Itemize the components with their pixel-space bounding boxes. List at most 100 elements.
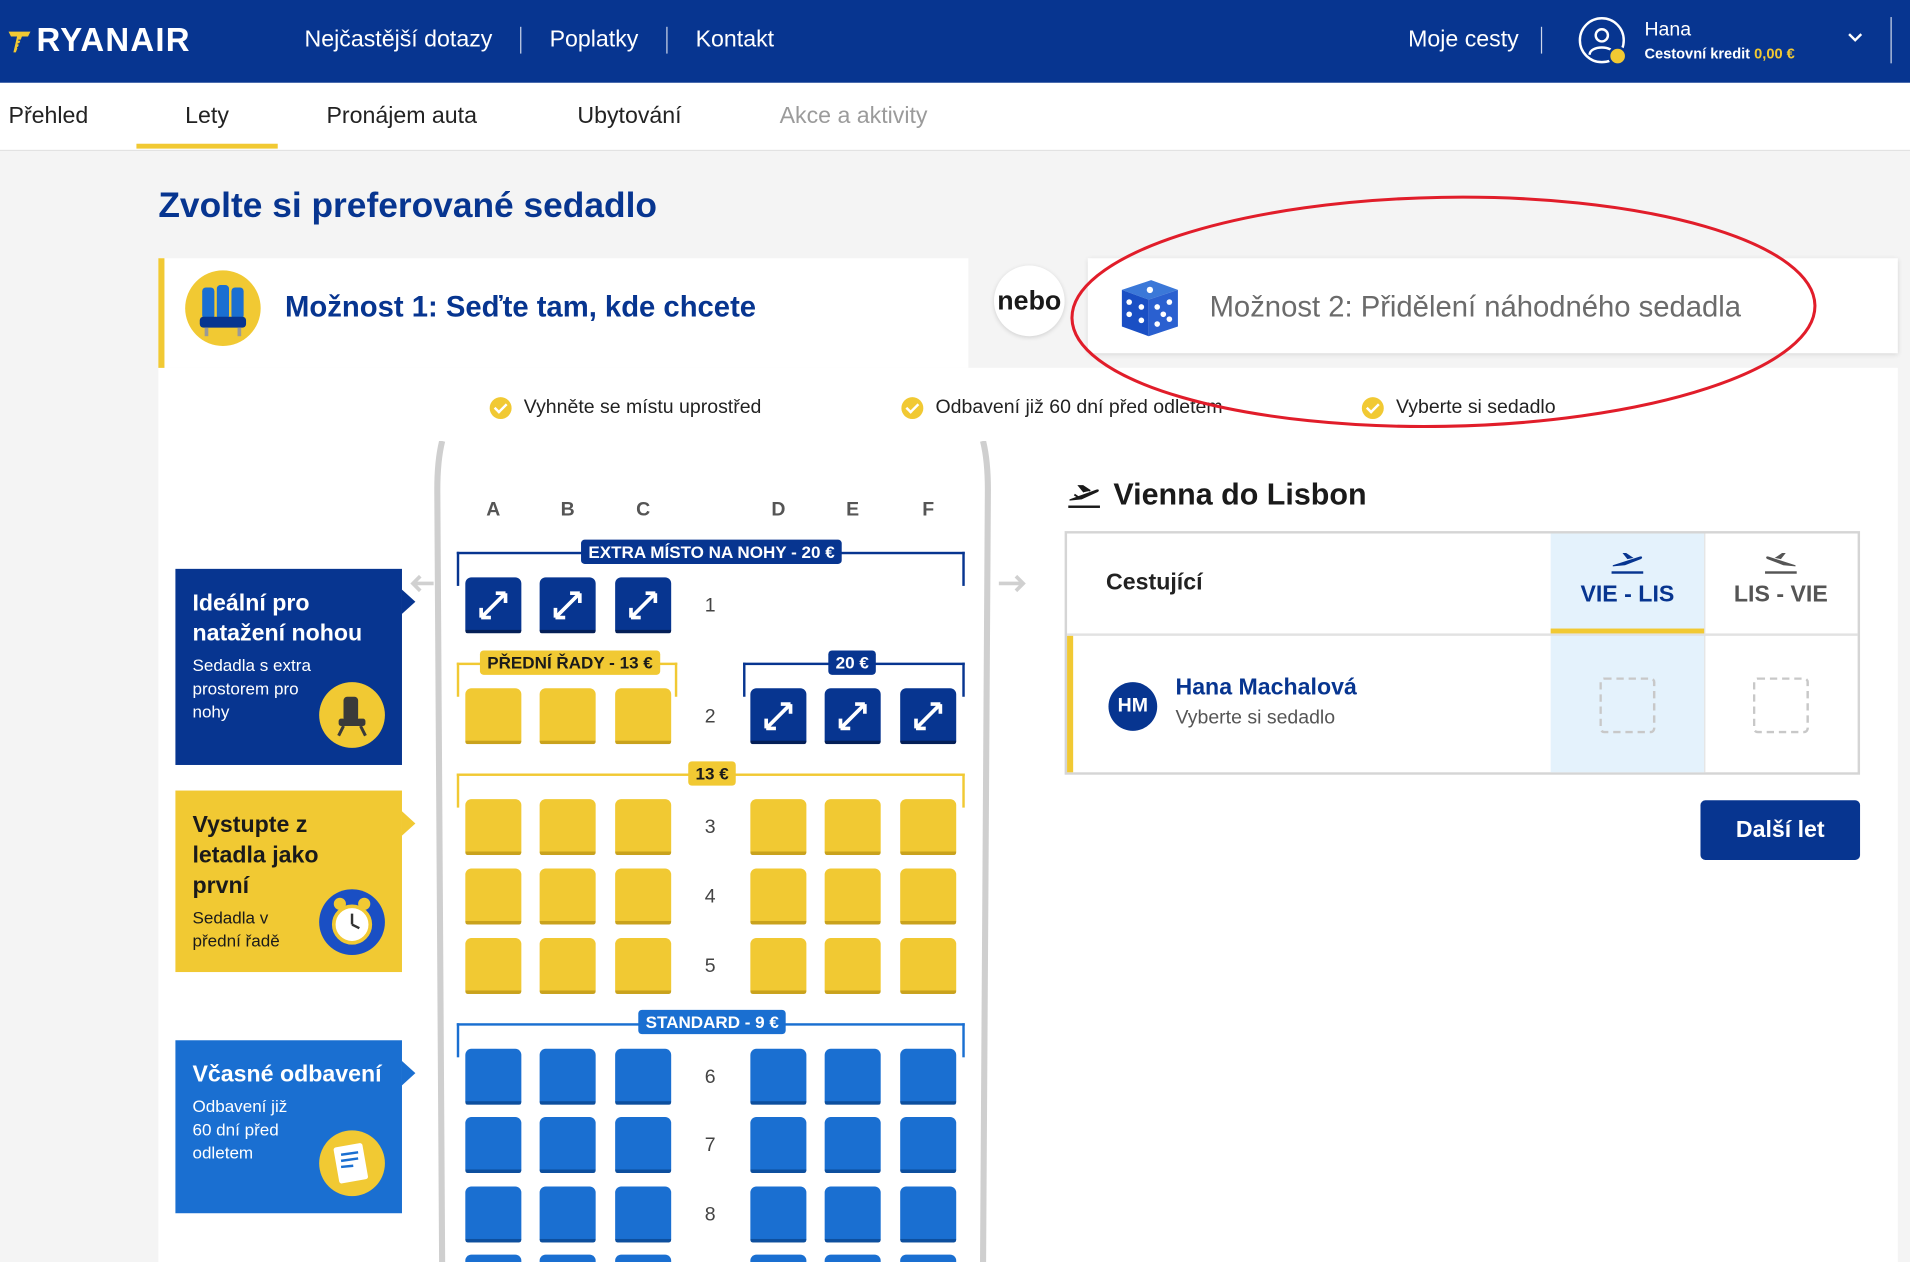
row-number: 2 [704, 706, 716, 728]
seat-3a[interactable] [465, 799, 522, 856]
seat-8e[interactable] [824, 1186, 881, 1243]
seat-4c[interactable] [615, 868, 672, 925]
plane-takeoff-icon [1611, 553, 1644, 574]
armchair-icon [319, 682, 385, 748]
seat-6f[interactable] [900, 1048, 957, 1105]
tab-overview[interactable]: Přehled [9, 104, 89, 131]
nav-contact[interactable]: Kontakt [668, 27, 803, 54]
seat-5c[interactable] [615, 937, 672, 994]
user-info: Hana Cestovní kredit 0,00 € [1644, 19, 1794, 62]
seat-9f[interactable] [900, 1254, 957, 1262]
check-icon [901, 397, 924, 420]
seat-4d[interactable] [750, 868, 807, 925]
seat-4a[interactable] [465, 868, 522, 925]
seat-2c[interactable] [615, 688, 672, 745]
seat-5b[interactable] [539, 937, 596, 994]
tab-accommodation[interactable]: Ubytování [577, 104, 681, 131]
seat-1c[interactable] [615, 577, 672, 634]
nav-faq[interactable]: Nejčastější dotazy [305, 26, 522, 54]
travel-credit: Cestovní kredit 0,00 € [1644, 44, 1794, 61]
seat-7b[interactable] [539, 1117, 596, 1174]
chevron-down-icon[interactable] [1847, 32, 1864, 44]
nav-fees[interactable]: Poplatky [522, 26, 668, 54]
seat-4e[interactable] [824, 868, 881, 925]
seat-9c[interactable] [615, 1254, 672, 1262]
user-name: Hana [1644, 18, 1692, 40]
option-1-title: Možnost 1: Seďte tam, kde chcete [285, 291, 757, 325]
seat-8a[interactable] [465, 1186, 522, 1243]
seat-6a[interactable] [465, 1048, 522, 1105]
benefit-text: Vyhněte se místu uprostřed [523, 397, 762, 418]
seat-8f[interactable] [900, 1186, 957, 1243]
seat-5f[interactable] [900, 937, 957, 994]
promo-desc: Sedadla v přední řadě [192, 907, 280, 951]
shield-badge-icon [1607, 46, 1628, 66]
seat-9d[interactable] [750, 1254, 807, 1262]
passenger-avatar: HM [1108, 682, 1158, 731]
tab-flights[interactable]: Lety [185, 104, 229, 131]
seat-3d[interactable] [750, 799, 807, 856]
exit-right-icon [998, 574, 1026, 593]
seat-7a[interactable] [465, 1117, 522, 1174]
seat-3c[interactable] [615, 799, 672, 856]
my-trips-link[interactable]: Moje cesty [1408, 26, 1542, 54]
tab-car-hire[interactable]: Pronájem auta [326, 104, 477, 131]
seat-9a[interactable] [465, 1254, 522, 1262]
column-letter: D [771, 499, 786, 521]
seat-4b[interactable] [539, 868, 596, 925]
credit-label: Cestovní kredit [1644, 44, 1751, 62]
expand-arrows-icon [914, 702, 943, 731]
seat-4f[interactable] [900, 868, 957, 925]
logo-text: RYANAIR [36, 21, 191, 59]
seat-5e[interactable] [824, 937, 881, 994]
seat-slot-return[interactable] [1752, 677, 1809, 734]
seat-3b[interactable] [539, 799, 596, 856]
zone-label-middle: 13 € [688, 761, 737, 786]
user-menu[interactable]: Hana Cestovní kredit 0,00 € [1578, 17, 1795, 66]
row-number: 4 [704, 886, 716, 908]
row-number: 8 [704, 1204, 716, 1226]
seat-5d[interactable] [750, 937, 807, 994]
tab-leg-lis-vie[interactable]: LIS - VIE [1704, 551, 1857, 609]
seat-8c[interactable] [615, 1186, 672, 1243]
seat-5a[interactable] [465, 937, 522, 994]
seat-2b[interactable] [539, 688, 596, 745]
seat-7c[interactable] [615, 1117, 672, 1174]
seat-9b[interactable] [539, 1254, 596, 1262]
seat-2e[interactable] [824, 688, 881, 745]
content-panel [158, 367, 1898, 1262]
seat-9e[interactable] [824, 1254, 881, 1262]
expand-arrows-icon [838, 702, 867, 731]
passenger-name: Hana Machalová [1175, 674, 1357, 701]
leg-label: VIE - LIS [1580, 582, 1675, 608]
benefit-item: Vyhněte se místu uprostřed [489, 397, 762, 420]
seat-8d[interactable] [750, 1186, 807, 1243]
option-1-card[interactable]: Možnost 1: Seďte tam, kde chcete [158, 258, 969, 368]
seat-7d[interactable] [750, 1117, 807, 1174]
seat-7f[interactable] [900, 1117, 957, 1174]
route-title: Vienna do Lisbon [1067, 477, 1367, 512]
expand-arrows-icon [553, 591, 582, 620]
seat-2a[interactable] [465, 688, 522, 745]
seat-3f[interactable] [900, 799, 957, 856]
seat-6d[interactable] [750, 1048, 807, 1105]
seat-2f[interactable] [900, 688, 957, 745]
seat-1b[interactable] [539, 577, 596, 634]
next-flight-button[interactable]: Další let [1700, 800, 1861, 860]
seat-7e[interactable] [824, 1117, 881, 1174]
tab-leg-vie-lis[interactable]: VIE - LIS [1551, 551, 1704, 609]
plane-takeoff-icon [1068, 484, 1100, 508]
promo-desc: Odbavení již 60 dní před odletem [192, 1096, 288, 1163]
seat-3e[interactable] [824, 799, 881, 856]
seat-2d[interactable] [750, 688, 807, 745]
seat-8b[interactable] [539, 1186, 596, 1243]
seat-slot-outbound[interactable] [1599, 677, 1656, 734]
seat-1a[interactable] [465, 577, 522, 634]
seat-6b[interactable] [539, 1048, 596, 1105]
user-avatar [1578, 17, 1628, 66]
promo-pointer [401, 1060, 416, 1086]
ryanair-logo[interactable]: RYANAIR [7, 22, 190, 60]
seat-6c[interactable] [615, 1048, 672, 1105]
promo-extra-legroom: Ideální pro natažení nohou Sedadla s ext… [175, 568, 402, 765]
seat-6e[interactable] [824, 1048, 881, 1105]
